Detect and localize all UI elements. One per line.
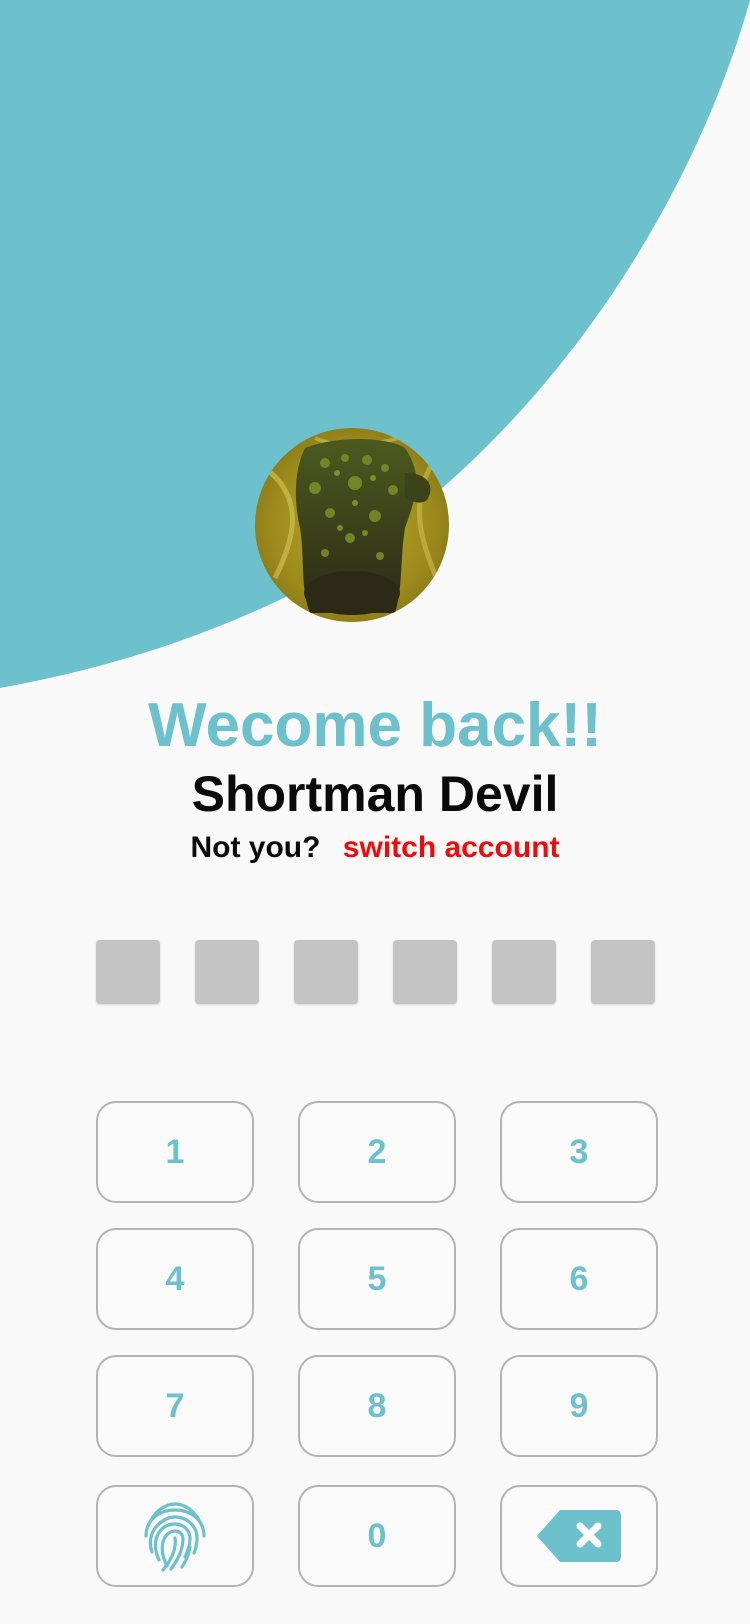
key-7[interactable]: 7 [96, 1355, 254, 1457]
key-5[interactable]: 5 [298, 1228, 456, 1330]
key-2[interactable]: 2 [298, 1101, 456, 1203]
welcome-heading: Wecome back!! [148, 691, 602, 760]
pin-digit-box [393, 940, 457, 1004]
backspace-button[interactable] [500, 1485, 658, 1587]
switch-account-row: Not you? switch account [0, 828, 750, 868]
switch-account-link[interactable]: switch account [343, 831, 560, 864]
pin-digit-box [492, 940, 556, 1004]
key-4[interactable]: 4 [96, 1228, 254, 1330]
fingerprint-icon [144, 1502, 206, 1572]
avatar [255, 428, 449, 622]
pin-digit-box [195, 940, 259, 1004]
login-screen: Wecome back!! Shortman Devil Not you? sw… [0, 0, 750, 1624]
not-you-label: Not you? [190, 831, 321, 864]
key-9[interactable]: 9 [500, 1355, 658, 1457]
pin-digit-box [591, 940, 655, 1004]
backspace-icon [537, 1510, 621, 1562]
key-0[interactable]: 0 [298, 1485, 456, 1587]
key-6[interactable]: 6 [500, 1228, 658, 1330]
username: Shortman Devil [191, 766, 559, 822]
pin-digit-box [294, 940, 358, 1004]
key-3[interactable]: 3 [500, 1101, 658, 1203]
pin-digit-box [96, 940, 160, 1004]
fingerprint-button[interactable] [96, 1485, 254, 1587]
key-1[interactable]: 1 [96, 1101, 254, 1203]
key-8[interactable]: 8 [298, 1355, 456, 1457]
crocodile-photo [255, 428, 449, 622]
